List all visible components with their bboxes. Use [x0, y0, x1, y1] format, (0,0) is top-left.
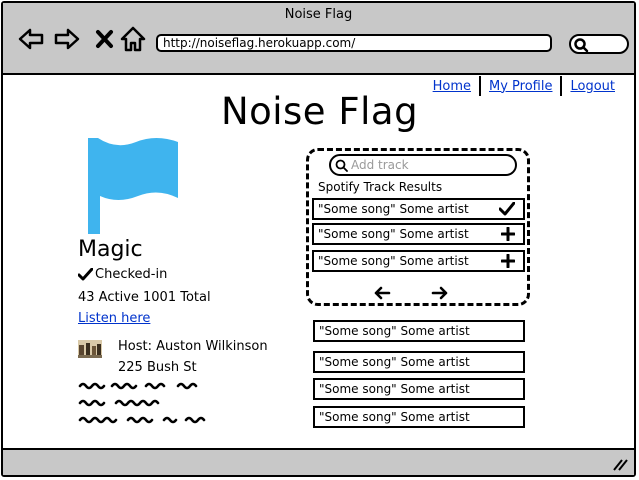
search-result-text: "Some song" Some artist [318, 227, 469, 241]
check-icon[interactable] [499, 202, 515, 216]
plus-icon[interactable] [501, 227, 515, 241]
queue-row[interactable]: "Some song" Some artist [313, 351, 525, 373]
search-result-text: "Some song" Some artist [318, 254, 469, 268]
flag-icon [88, 138, 178, 234]
search-result-row[interactable]: "Some song" Some artist [312, 223, 525, 245]
host-avatar [78, 340, 102, 358]
listen-here-link[interactable]: Listen here [78, 311, 150, 326]
checkin-status: Checked-in [78, 267, 167, 282]
previous-page-arrow-icon[interactable] [373, 286, 391, 300]
listener-stats: 43 Active 1001 Total [78, 290, 211, 305]
home-icon[interactable] [119, 25, 147, 53]
host-name: Host: Auston Wilkinson [118, 339, 268, 354]
search-icon [574, 38, 589, 53]
search-result-text: "Some song" Some artist [318, 202, 469, 216]
back-arrow-icon[interactable] [17, 25, 45, 53]
stop-icon[interactable] [91, 25, 119, 53]
placeholder-text-scribble [78, 382, 206, 424]
venue-name: Magic [78, 237, 143, 262]
add-track-placeholder: Add track [351, 158, 409, 172]
url-bar[interactable]: http://noiseflag.herokuapp.com/ [156, 34, 552, 52]
checkin-status-label: Checked-in [95, 267, 168, 282]
search-result-row[interactable]: "Some song" Some artist [312, 198, 525, 220]
search-result-row[interactable]: "Some song" Some artist [312, 250, 525, 272]
page-title: Noise Flag [220, 90, 419, 133]
venue-address: 225 Bush St [118, 360, 197, 375]
forward-arrow-icon[interactable] [53, 25, 81, 53]
queue-row[interactable]: "Some song" Some artist [313, 320, 525, 342]
browser-search-field[interactable] [569, 34, 629, 54]
add-track-input[interactable]: Add track [329, 154, 517, 176]
plus-icon[interactable] [501, 254, 515, 268]
spotify-results-label: Spotify Track Results [318, 180, 443, 194]
browser-titlebar: Noise Flag http://noiseflag.herokuapp.co… [3, 3, 634, 75]
search-icon [335, 159, 348, 172]
queue-row[interactable]: "Some song" Some artist [313, 406, 525, 428]
queue-row[interactable]: "Some song" Some artist [313, 378, 525, 400]
checkmark-icon [78, 268, 93, 281]
window-title: Noise Flag [284, 7, 353, 22]
next-page-arrow-icon[interactable] [431, 286, 449, 300]
browser-statusbar [3, 448, 634, 475]
resize-grip-icon[interactable] [612, 457, 628, 471]
